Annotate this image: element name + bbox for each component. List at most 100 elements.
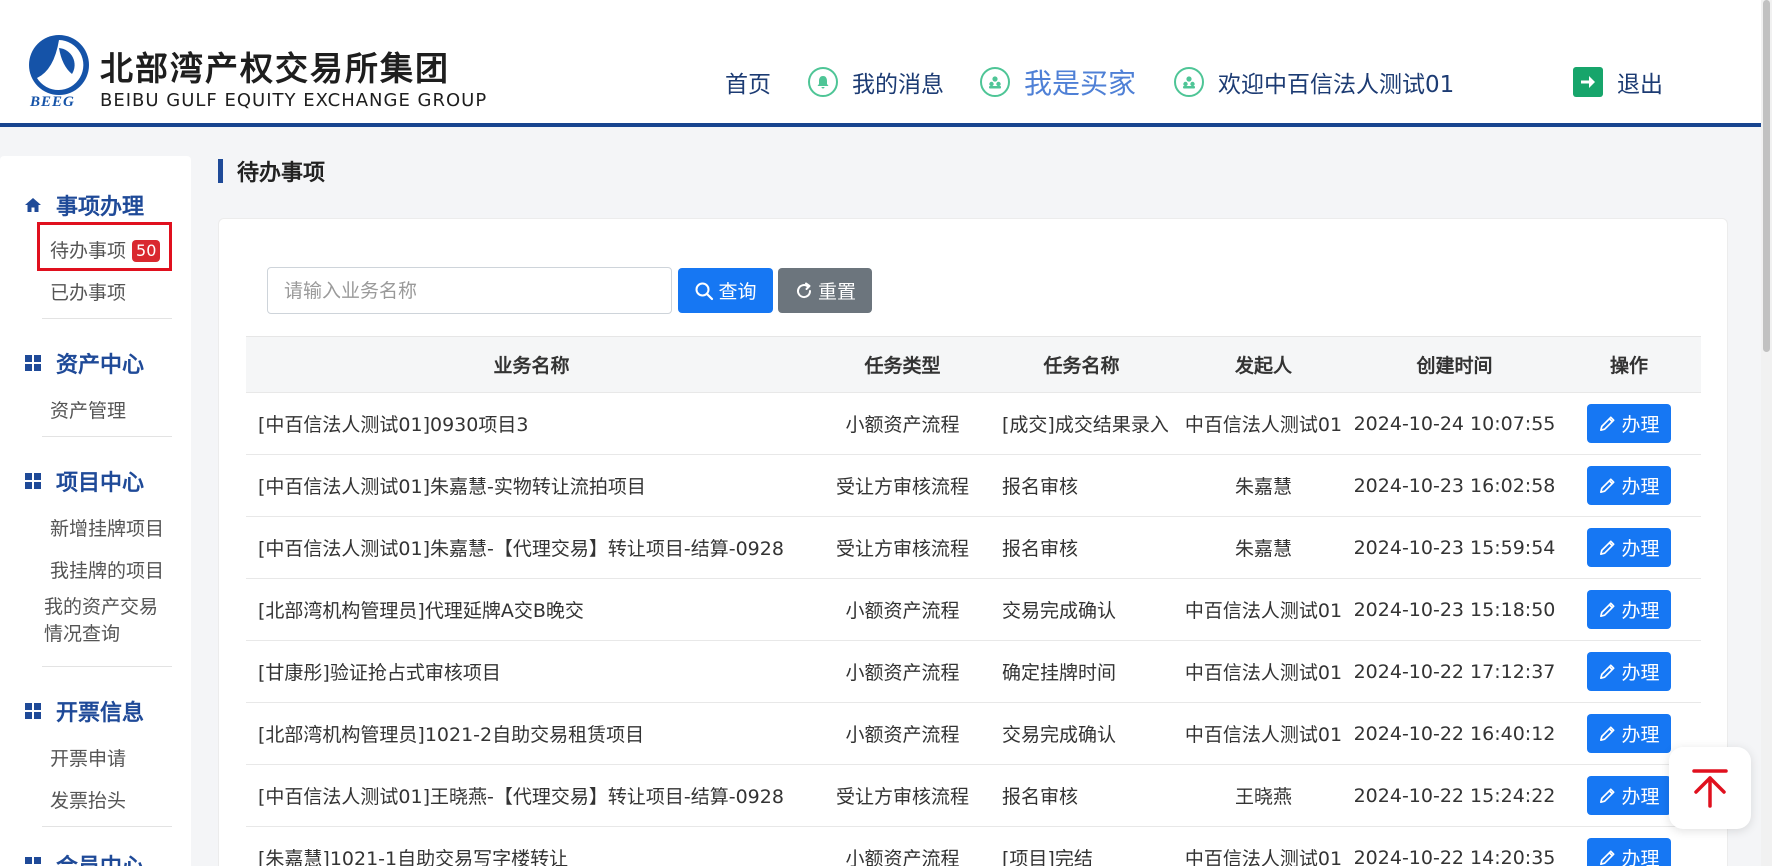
page-title: 待办事项 [218,156,325,186]
handle-button[interactable]: 办理 [1587,714,1671,753]
nav-buyer-label: 我是买家 [1024,67,1137,100]
handle-button[interactable]: 办理 [1587,590,1671,629]
column-header: 任务类型 [864,355,941,377]
handle-button-label: 办理 [1621,600,1660,622]
table-body: [中百信法人测试01]0930项目3 小额资产流程 [成交]成交结果录入 中百信法人测… [246,392,1701,866]
cell-task-name: 报名审核 [1002,538,1079,560]
sidebar-item-label: 我挂牌的项目 [50,560,165,582]
handle-button-label: 办理 [1621,848,1660,866]
sidebar-item-label: 发票抬头 [50,790,127,812]
page-scrollbar[interactable] [1761,0,1772,866]
handle-button-label: 办理 [1621,414,1660,436]
handle-button[interactable]: 办理 [1587,652,1671,691]
sidebar-group-title: 开票信息 [56,701,145,726]
sidebar-item-todo[interactable]: 待办事项 50 [50,236,161,263]
cell-created-time: 2024-10-22 15:24:22 [1353,784,1556,807]
home-icon [24,196,42,214]
cell-created-time: 2024-10-22 14:20:35 [1353,846,1556,866]
handle-button-label: 办理 [1621,476,1660,498]
table-header: 业务名称 任务类型 任务名称 发起人 创建时间 操作 [246,336,1701,392]
search-icon [695,282,714,300]
cell-business-name: [北部湾机构管理员]代理延牌A交B晚交 [258,600,584,622]
sidebar-group-title: 事项办理 [56,195,145,220]
cell-action: 办理 [1557,528,1701,567]
nav-welcome[interactable]: 欢迎中百信法人测试01 [1174,62,1454,102]
cell-created-time: 2024-10-23 15:59:54 [1353,536,1556,559]
handle-button[interactable]: 办理 [1587,528,1671,567]
cell-business-name: [中百信法人测试01]朱嘉慧-【代理交易】转让项目-结算-0928 [258,538,784,560]
pencil-icon [1600,850,1616,866]
handle-button[interactable]: 办理 [1587,404,1671,443]
cell-initiator: 中百信法人测试01 [1184,724,1343,746]
nav-messages-label: 我的消息 [852,72,944,98]
cell-task-type: 小额资产流程 [845,600,960,622]
cell-initiator: 中百信法人测试01 [1184,414,1343,436]
search-input[interactable] [267,267,672,314]
cell-task-name: [项目]完结 [1002,848,1093,866]
logo-abbr: BEEG [30,94,75,110]
sidebar-item-label: 开票申请 [50,748,127,770]
sidebar-item-asset-management[interactable]: 资产管理 [50,396,126,423]
cell-created-time: 2024-10-24 10:07:55 [1353,412,1556,435]
logout-button[interactable]: 退出 [1573,62,1663,102]
table-row: [中百信法人测试01]朱嘉慧-实物转让流拍项目 受让方审核流程 报名审核 朱嘉慧 202… [246,454,1701,516]
cell-created-time: 2024-10-23 15:18:50 [1353,598,1556,621]
scrollbar-thumb[interactable] [1763,0,1770,352]
cell-task-name: 交易完成确认 [1002,724,1117,746]
grid-icon [24,856,42,866]
sidebar-group-title: 项目中心 [56,471,145,496]
sidebar-item-my-listings[interactable]: 我挂牌的项目 [50,556,164,583]
cell-task-name: [成交]成交结果录入 [1002,414,1169,436]
nav-buyer[interactable]: 我是买家 [980,62,1136,102]
reset-button-label: 重置 [817,281,856,303]
logo-title-en: BEIBU GULF EQUITY EXCHANGE GROUP [100,90,488,111]
bell-icon [808,67,838,97]
nav-messages[interactable]: 我的消息 [808,62,944,102]
users-icon [980,67,1010,97]
table-row: [甘康彤]验证抢占式审核项目 小额资产流程 确定挂牌时间 中百信法人测试01 2024-… [246,640,1701,702]
sidebar-group-affairs[interactable]: 事项办理 [24,190,144,220]
top-header: BEEG 北部湾产权交易所集团 BEIBU GULF EQUITY EXCHAN… [0,0,1772,127]
sidebar-item-trade-query[interactable]: 我的资产交易情况查询 [44,594,174,648]
handle-button-label: 办理 [1621,538,1660,560]
nav-home[interactable]: 首页 [725,62,771,102]
handle-button[interactable]: 办理 [1587,838,1671,866]
column-header: 创建时间 [1416,355,1493,377]
cell-action: 办理 [1557,466,1701,505]
cell-action: 办理 [1557,404,1701,443]
cell-business-name: [甘康彤]验证抢占式审核项目 [258,662,501,684]
table-row: [中百信法人测试01]王晓燕-【代理交易】转让项目-结算-0928 受让方审核流程… [246,764,1701,826]
sidebar-item-invoice-header[interactable]: 发票抬头 [50,786,126,813]
logo[interactable]: BEEG 北部湾产权交易所集团 BEIBU GULF EQUITY EXCHAN… [28,34,508,114]
sidebar-divider [42,666,172,667]
reset-button[interactable]: 重置 [778,268,872,313]
back-to-top-button[interactable] [1669,747,1751,829]
pencil-icon [1600,788,1616,804]
sidebar-group-projects[interactable]: 项目中心 [24,466,144,496]
handle-button[interactable]: 办理 [1587,776,1671,815]
cell-created-time: 2024-10-22 16:40:12 [1353,722,1556,745]
cell-action: 办理 [1557,590,1701,629]
cell-initiator: 中百信法人测试01 [1184,848,1343,866]
sidebar-item-label: 已办事项 [50,282,127,304]
cell-task-name: 报名审核 [1002,476,1079,498]
search-button-label: 查询 [718,281,757,303]
cell-task-name: 报名审核 [1002,786,1079,808]
logout-icon [1573,67,1603,97]
sidebar-group-members[interactable]: 会员中心 [24,850,144,866]
sidebar-item-done[interactable]: 已办事项 [50,278,126,305]
page-title-text: 待办事项 [237,161,326,186]
sidebar-group-invoice[interactable]: 开票信息 [24,696,144,726]
sidebar-item-label: 资产管理 [50,400,127,422]
sidebar-item-new-listing[interactable]: 新增挂牌项目 [50,514,164,541]
cell-business-name: [中百信法人测试01]0930项目3 [258,414,529,436]
cell-initiator: 朱嘉慧 [1234,476,1292,498]
todo-table: 业务名称 任务类型 任务名称 发起人 创建时间 操作 [中百信法人测试01]09… [246,336,1701,866]
search-button[interactable]: 查询 [678,268,773,313]
sidebar-item-invoice-apply[interactable]: 开票申请 [50,744,126,771]
cell-initiator: 王晓燕 [1234,786,1292,808]
grid-icon [24,702,42,720]
sidebar-group-assets[interactable]: 资产中心 [24,348,144,378]
handle-button[interactable]: 办理 [1587,466,1671,505]
pencil-icon [1600,478,1616,494]
